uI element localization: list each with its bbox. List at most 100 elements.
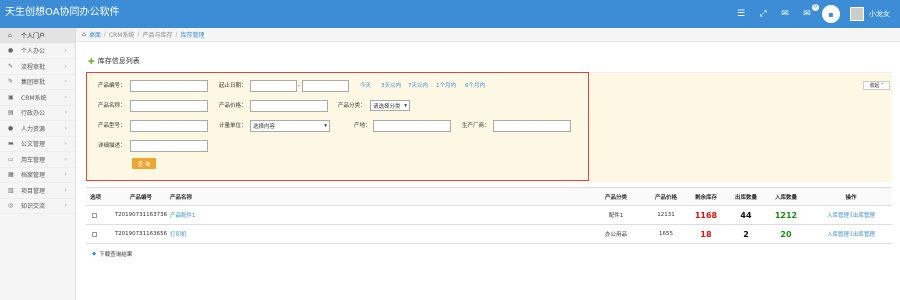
quick-range-6-months[interactable]: 6个月内 (465, 80, 485, 92)
unit-select[interactable]: 选择内容 ▾ (250, 120, 330, 132)
product-model-label: 产品型号： (98, 123, 126, 129)
fullscreen-icon[interactable]: ⤢ (756, 7, 770, 21)
sidebar-item-knowledge[interactable]: ◎ 知识交流 › (0, 199, 75, 214)
message-icon[interactable]: ▪ (822, 5, 840, 23)
breadcrumb-separator: / (103, 31, 106, 38)
col-header-in: 入库数量 (774, 194, 797, 201)
username[interactable]: 小龙女 (869, 9, 890, 19)
section-title: ✚ 库存信息列表 (88, 56, 140, 66)
cell-stock: 18 (700, 229, 712, 239)
cell-price: 1655 (659, 231, 673, 237)
sidebar: ⌂ 个人门户 ● 个人办公 › ✎ 流程审批 › ✎ 集团审批 › ▣ CRM系统 › ▤ 行政办公… (0, 28, 76, 300)
breadcrumb-item[interactable]: 库存管理 (180, 30, 204, 39)
sidebar-item-documents[interactable]: ▬ 公文管理 › (0, 137, 75, 152)
product-price-label: 产品价格： (219, 103, 247, 109)
sidebar-item-label: 档案管理 (21, 172, 46, 180)
chevron-right-icon: › (64, 62, 67, 70)
chevron-right-icon: › (64, 140, 67, 148)
action-separator: | (850, 231, 852, 237)
product-name-input[interactable] (130, 100, 208, 112)
detail-input[interactable] (130, 140, 208, 152)
row-checkbox[interactable] (92, 206, 97, 224)
menu-icon[interactable]: ☰ (734, 7, 748, 21)
sidebar-item-portal[interactable]: ⌂ 个人门户 (0, 28, 75, 44)
sidebar-item-hr[interactable]: ● 人力资源 › (0, 121, 75, 137)
unit-label: 计量单位： (219, 123, 247, 129)
search-button[interactable]: 查 询 (132, 158, 156, 169)
chevron-right-icon: › (64, 47, 67, 55)
product-category-label: 产品分类： (338, 103, 366, 109)
sidebar-item-label: 流程审批 (21, 63, 46, 71)
mail-badge: 0 (811, 4, 819, 11)
cell-actions: 入库管理 | 出库管理 (816, 206, 886, 224)
sidebar-item-archives[interactable]: ▦ 档案管理 › (0, 168, 75, 183)
breadcrumb-item[interactable]: 产品与库存 (142, 30, 172, 39)
chevron-right-icon: › (64, 202, 67, 210)
sidebar-item-workflow[interactable]: ✎ 流程审批 › (0, 59, 75, 75)
checkbox-icon (92, 231, 97, 237)
chat-icon[interactable]: ✉ (778, 7, 792, 21)
knowledge-icon: ◎ (8, 202, 14, 210)
chevron-right-icon: › (64, 78, 67, 86)
product-code-input[interactable] (130, 80, 208, 92)
stock-in-link[interactable]: 入库管理 (827, 211, 849, 219)
product-name-label: 产品名称： (98, 103, 126, 109)
table-row: T20190731163736 产品配件1 配件1 12131 1168 44 … (86, 206, 892, 225)
collapse-label: 收起 (869, 83, 880, 89)
sidebar-item-vehicles[interactable]: ▭ 用车管理 › (0, 152, 75, 168)
row-checkbox[interactable] (92, 225, 97, 243)
breadcrumb-item[interactable]: 桌面 (89, 30, 101, 39)
avatar[interactable] (850, 7, 864, 21)
quick-range-1-month[interactable]: 1个月内 (436, 80, 456, 92)
start-date-input[interactable] (250, 80, 297, 92)
sidebar-item-label: 项目管理 (21, 187, 46, 195)
archive-icon: ▦ (8, 171, 14, 179)
product-category-select[interactable]: 请选择分类 ▾ (370, 100, 410, 111)
cell-in-qty: 20 (780, 229, 792, 239)
breadcrumb: ⌂ 桌面 / CRM系统 / 产品与库存 / 库存管理 (76, 28, 900, 42)
manufacturer-input[interactable] (493, 120, 571, 132)
end-date-input[interactable] (302, 80, 349, 92)
collapse-button[interactable]: 收起 ˄ (863, 81, 890, 90)
main-content: ✚ 库存信息列表 收起 ˄ 产品编号： 起止日期： - 今天 3天以内 7天以内… (76, 42, 900, 300)
product-model-input[interactable] (130, 120, 208, 132)
download-results-link[interactable]: ◆ 下载查询结果 (92, 250, 132, 258)
sidebar-item-label: CRM系统 (21, 94, 47, 102)
caret-down-icon: ▾ (404, 102, 407, 109)
sidebar-item-personal-office[interactable]: ● 个人办公 › (0, 44, 75, 59)
cell-name-link[interactable]: 打印机 (170, 225, 187, 243)
inventory-table: 选项 产品编号 产品名称 产品分类 产品价格 剩余库存 出库数量 入库数量 操作… (86, 187, 892, 244)
quick-range-7-days[interactable]: 7天以内 (408, 80, 428, 92)
product-price-input[interactable] (250, 100, 328, 112)
people-icon: ● (8, 124, 14, 132)
sidebar-item-admin-office[interactable]: ▤ 行政办公 › (0, 106, 75, 121)
unit-value: 选择内容 (253, 124, 276, 130)
folder-icon: ▬ (8, 140, 14, 148)
cell-name-link[interactable]: 产品配件1 (170, 206, 196, 224)
mail-icon[interactable]: ✉ 0 (800, 4, 819, 21)
product-code-label: 产品编号： (98, 83, 126, 89)
crm-icon: ▣ (8, 93, 14, 101)
stock-in-link[interactable]: 入库管理 (827, 230, 849, 238)
section-title-text: 库存信息列表 (97, 57, 140, 65)
sidebar-item-group-approval[interactable]: ✎ 集团审批 › (0, 75, 75, 90)
sidebar-item-label: 行政办公 (21, 110, 46, 118)
caret-down-icon: ▾ (324, 123, 327, 129)
app-title: 天生创想OA协同办公软件 (5, 7, 120, 18)
sidebar-item-label: 个人门户 (21, 32, 46, 40)
quick-range-3-days[interactable]: 3天以内 (381, 80, 401, 92)
quick-range-today[interactable]: 今天 (360, 80, 371, 92)
manufacturer-label: 生产厂商： (462, 123, 490, 129)
sidebar-item-crm[interactable]: ▣ CRM系统 › (0, 90, 75, 106)
sidebar-item-projects[interactable]: ▥ 项目管理 › (0, 183, 75, 199)
breadcrumb-item[interactable]: CRM系统 (109, 30, 135, 39)
chevron-up-icon: ˄ (881, 82, 884, 89)
chevron-right-icon: › (64, 124, 67, 132)
stock-out-link[interactable]: 出库管理 (853, 211, 875, 219)
edit-icon: ✎ (8, 78, 14, 86)
origin-input[interactable] (373, 120, 451, 132)
cell-price: 12131 (657, 212, 675, 218)
chevron-right-icon: › (64, 171, 67, 179)
col-header-option: 选项 (90, 194, 102, 201)
stock-out-link[interactable]: 出库管理 (853, 230, 875, 238)
